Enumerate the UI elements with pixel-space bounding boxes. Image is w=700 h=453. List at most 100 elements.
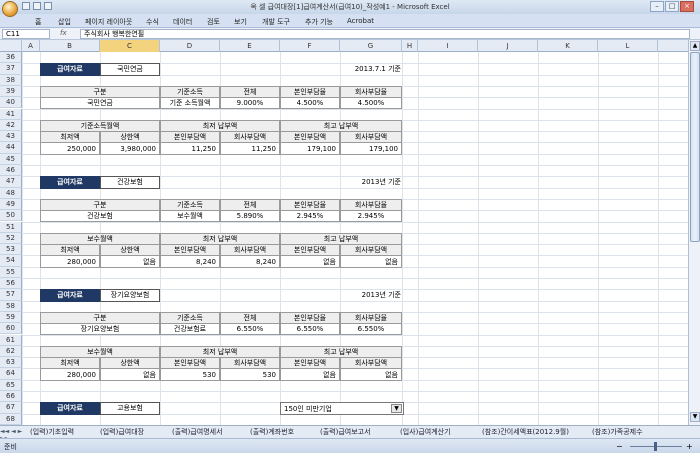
value-cell[interactable]: 8,240 (160, 255, 220, 268)
tab-review[interactable]: 검토 (207, 17, 220, 27)
row-header[interactable]: 37 (0, 63, 22, 75)
value-cell[interactable]: 국민연금 (40, 97, 160, 110)
column-header[interactable]: E (220, 40, 280, 52)
row-header[interactable]: 68 (0, 413, 22, 425)
section-label[interactable]: 급여자료 (40, 289, 100, 302)
value-cell[interactable]: 179,100 (340, 142, 402, 155)
row-header[interactable]: 52 (0, 232, 22, 245)
tab-developer[interactable]: 개발 도구 (262, 17, 290, 27)
maximize-icon[interactable]: □ (665, 1, 679, 12)
section-note[interactable]: 2013.7.1 기준 (280, 63, 404, 75)
zoom-out-icon[interactable]: − (616, 442, 623, 451)
row-header[interactable]: 59 (0, 311, 22, 324)
row-header[interactable]: 47 (0, 176, 22, 188)
section-note[interactable]: 2013년 기준 (280, 176, 404, 188)
value-cell[interactable]: 530 (160, 368, 220, 381)
name-box[interactable]: C11 (2, 29, 50, 39)
section-label[interactable]: 급여자료 (40, 402, 100, 415)
row-header[interactable]: 57 (0, 289, 22, 301)
company-size-dropdown[interactable]: 150인 미만기업 ▼ (280, 402, 404, 415)
sheet-tab[interactable]: (입사)급여계산기 (400, 427, 451, 438)
value-cell[interactable]: 건강보험료 (160, 323, 220, 336)
row-header[interactable]: 48 (0, 187, 22, 199)
column-header[interactable]: A (22, 40, 40, 52)
row-header[interactable]: 64 (0, 368, 22, 380)
tab-data[interactable]: 데이터 (173, 17, 192, 27)
value-cell[interactable]: 기준 소득월액 (160, 97, 220, 110)
value-cell[interactable]: 3,980,000 (100, 142, 160, 155)
row-header[interactable]: 36 (0, 52, 22, 64)
column-header[interactable]: K (538, 40, 598, 52)
row-header[interactable]: 49 (0, 198, 22, 211)
row-header[interactable]: 45 (0, 153, 22, 165)
section-note[interactable]: 2013년 기준 (280, 289, 404, 301)
value-cell[interactable]: 6.550% (280, 323, 340, 336)
tab-insert[interactable]: 삽입 (58, 17, 71, 27)
tab-acrobat[interactable]: Acrobat (347, 17, 374, 25)
row-header[interactable]: 66 (0, 391, 22, 403)
row-header[interactable]: 63 (0, 357, 22, 369)
vertical-scrollbar[interactable]: ▲ ▼ (688, 40, 700, 425)
value-cell[interactable]: 5.890% (220, 210, 280, 223)
tab-formulas[interactable]: 수식 (146, 17, 159, 27)
value-cell[interactable]: 보수월액 (160, 210, 220, 223)
value-cell[interactable]: 장기요양보험 (40, 323, 160, 336)
row-header[interactable]: 39 (0, 85, 22, 98)
value-cell[interactable]: 없음 (280, 255, 340, 268)
value-cell[interactable]: 280,000 (40, 255, 100, 268)
value-cell[interactable]: 8,240 (220, 255, 280, 268)
sheet-tab[interactable]: (참조)가족공제수 (592, 427, 643, 438)
value-cell[interactable]: 9.000% (220, 97, 280, 110)
row-header[interactable]: 54 (0, 255, 22, 267)
zoom-control[interactable]: − + (616, 442, 696, 451)
sheet-tab[interactable]: (입력)급여대장 (100, 427, 144, 438)
fx-icon[interactable]: fx (60, 29, 67, 37)
row-header[interactable]: 51 (0, 221, 22, 233)
section-label[interactable]: 급여자료 (40, 176, 100, 189)
value-cell[interactable]: 6.550% (340, 323, 402, 336)
row-header[interactable]: 43 (0, 131, 22, 143)
row-header[interactable]: 65 (0, 379, 22, 391)
tab-home[interactable]: 홈 (35, 17, 41, 27)
office-button[interactable] (2, 1, 18, 17)
value-cell[interactable]: 6.550% (220, 323, 280, 336)
section-label[interactable]: 급여자료 (40, 63, 100, 76)
section-name[interactable]: 장기요양보험 (100, 289, 160, 302)
tab-view[interactable]: 보기 (234, 17, 247, 27)
value-cell[interactable]: 2.945% (340, 210, 402, 223)
row-header[interactable]: 60 (0, 323, 22, 335)
select-all-corner[interactable] (0, 40, 22, 52)
column-header[interactable]: B (40, 40, 100, 52)
value-cell[interactable]: 250,000 (40, 142, 100, 155)
row-header[interactable]: 67 (0, 402, 22, 414)
worksheet-grid[interactable]: 급여자료 국민연금 2013.7.1 기준 구분 기준소득 전체 본인부담율 회사부담율 국민연… (22, 52, 688, 425)
dropdown-arrow-icon[interactable]: ▼ (391, 404, 402, 414)
sheet-tab[interactable]: (출력)급여보고서 (320, 427, 371, 438)
formula-input[interactable]: 주식회사 행복한연필 (80, 29, 690, 39)
close-icon[interactable]: × (680, 1, 694, 12)
zoom-in-icon[interactable]: + (686, 442, 693, 451)
sheet-tab[interactable]: (참조)간이세액표(2012.9월) (482, 427, 569, 438)
tab-page-layout[interactable]: 페이지 레이아웃 (85, 17, 132, 27)
column-header[interactable]: H (402, 40, 418, 52)
column-header-selected[interactable]: C (100, 40, 160, 52)
zoom-slider-knob[interactable] (654, 442, 657, 451)
column-header[interactable]: D (160, 40, 220, 52)
row-header[interactable]: 62 (0, 345, 22, 358)
row-header[interactable]: 53 (0, 244, 22, 256)
row-header[interactable]: 38 (0, 74, 22, 86)
value-cell[interactable]: 280,000 (40, 368, 100, 381)
row-header[interactable]: 58 (0, 300, 22, 312)
scroll-thumb[interactable] (690, 52, 700, 242)
value-cell[interactable]: 없음 (280, 368, 340, 381)
section-name[interactable]: 건강보험 (100, 176, 160, 189)
row-header[interactable]: 61 (0, 334, 22, 346)
row-header[interactable]: 55 (0, 266, 22, 278)
minimize-icon[interactable]: – (650, 1, 664, 12)
column-header[interactable]: I (418, 40, 478, 52)
column-header[interactable]: J (478, 40, 538, 52)
tab-addins[interactable]: 추가 기능 (305, 17, 333, 27)
value-cell[interactable]: 건강보험 (40, 210, 160, 223)
value-cell[interactable]: 없음 (100, 255, 160, 268)
sheet-tab[interactable]: (입력)기초입력 (30, 427, 74, 438)
